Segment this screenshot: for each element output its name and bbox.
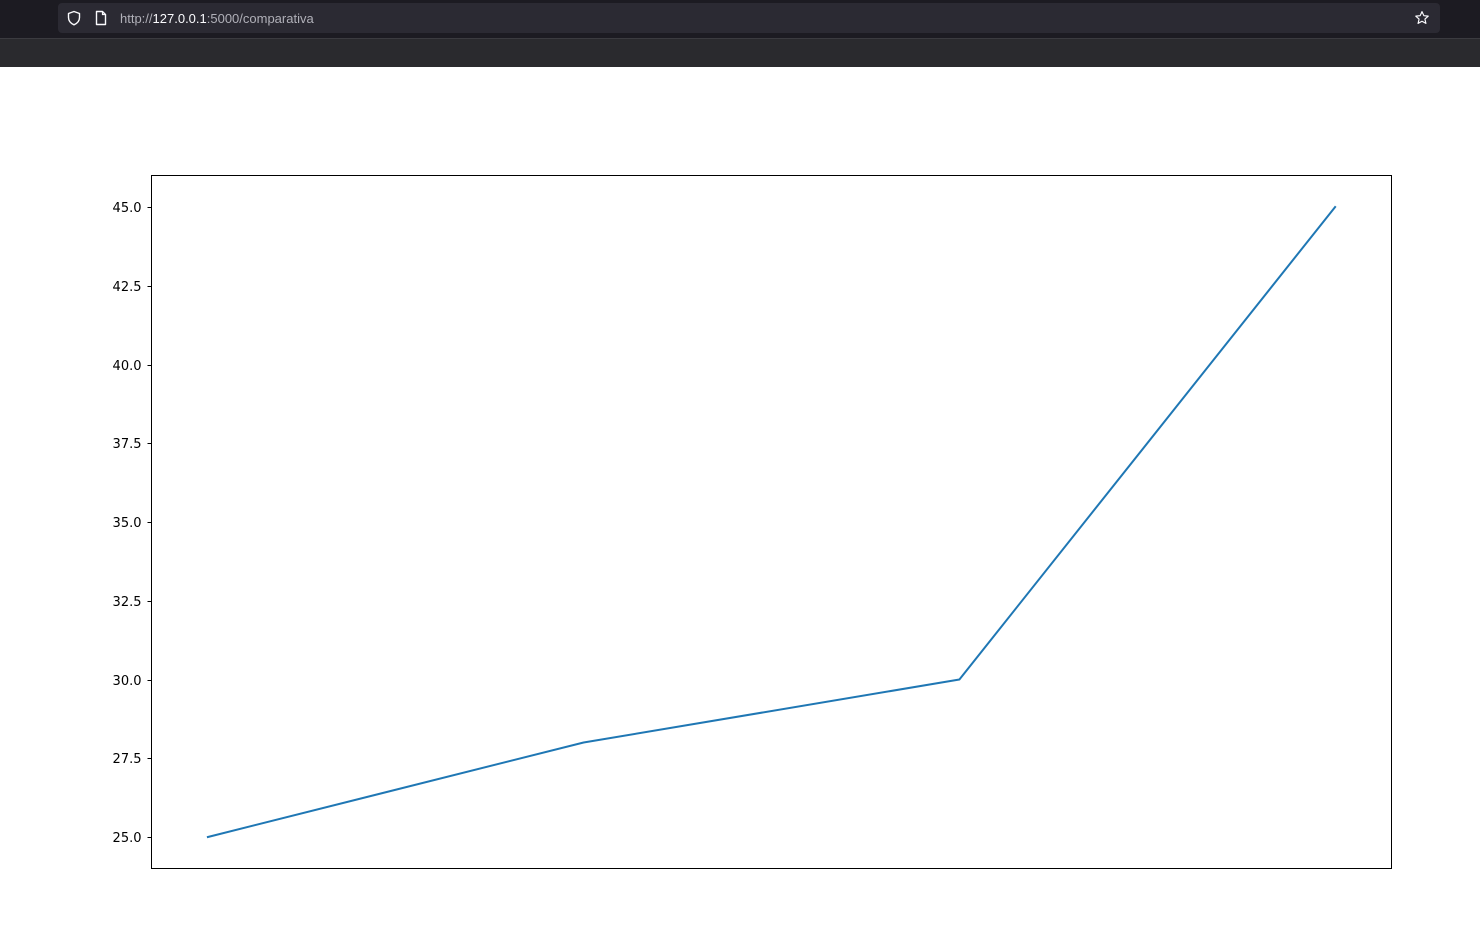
url-path: :5000/comparativa (206, 11, 314, 26)
y-tick-label: 27.5 (113, 752, 142, 767)
y-tick-label: 35.0 (113, 516, 142, 531)
url-host: 127.0.0.1 (152, 11, 207, 26)
browser-title-bar: http://127.0.0.1:5000/comparativa (0, 0, 1480, 38)
star-icon[interactable] (1414, 10, 1430, 26)
y-tick-label: 40.0 (113, 359, 142, 374)
page-content: 25.0 27.5 30.0 32.5 35.0 37.5 40.0 42.5 45.0 (0, 67, 1480, 941)
y-tick-label: 42.5 (113, 280, 142, 295)
browser-toolbar-strip (0, 38, 1480, 67)
url-scheme: http:// (120, 11, 153, 26)
url-text[interactable]: http://127.0.0.1:5000/comparativa (120, 11, 314, 27)
y-tick-label: 45.0 (113, 201, 142, 216)
line-chart: 25.0 27.5 30.0 32.5 35.0 37.5 40.0 42.5 45.0 (113, 175, 1392, 869)
y-tick-label: 32.5 (113, 595, 142, 610)
y-tick-label: 30.0 (113, 674, 142, 689)
y-tick-label: 37.5 (113, 437, 142, 452)
series-line (206, 205, 1337, 839)
url-bar[interactable]: http://127.0.0.1:5000/comparativa (58, 3, 1440, 33)
page-icon[interactable] (93, 10, 109, 26)
y-tick-label: 25.0 (113, 831, 142, 846)
shield-icon[interactable] (66, 10, 82, 26)
plot-frame (151, 175, 1392, 869)
